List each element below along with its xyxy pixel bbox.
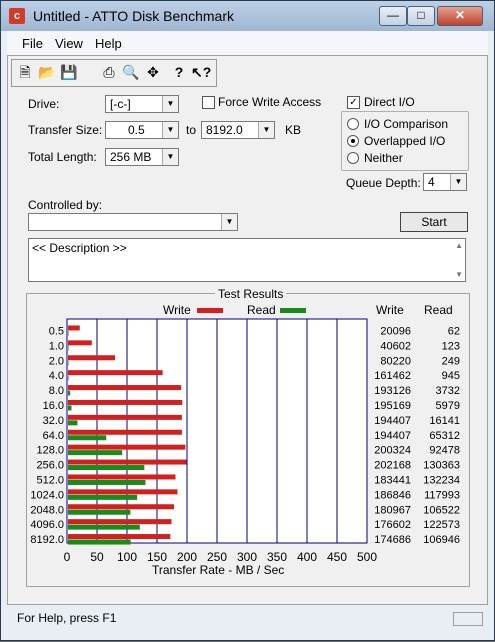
read-column-header: Read (424, 303, 453, 317)
results-title: Test Results (215, 287, 287, 301)
maximize-icon: □ (417, 8, 425, 22)
print-preview-icon[interactable]: 🔍 (121, 62, 141, 82)
save-icon[interactable]: 💾 (59, 62, 79, 82)
transfer-to-select[interactable]: 8192.0 ▼ (201, 121, 275, 139)
controlled-by-select[interactable]: ▼ (28, 213, 238, 231)
controlled-by-label: Controlled by: (28, 198, 103, 212)
start-button[interactable]: Start (400, 212, 468, 232)
direct-io-label: Direct I/O (364, 95, 415, 109)
total-length-label: Total Length: (28, 150, 97, 164)
title-bar[interactable]: c Untitled - ATTO Disk Benchmark — □ ✕ (1, 1, 494, 31)
chevron-down-icon: ▼ (450, 174, 466, 190)
minimize-button[interactable]: — (379, 6, 407, 26)
transfer-to-value: 8192.0 (206, 123, 243, 137)
menu-view[interactable]: View (55, 36, 83, 51)
neither-label: Neither (364, 151, 403, 165)
drive-value: [-c-] (110, 97, 131, 111)
queue-depth-value: 4 (428, 175, 435, 189)
status-text: For Help, press F1 (17, 611, 117, 625)
chevron-down-icon: ▼ (162, 149, 178, 165)
size-grip[interactable] (453, 612, 483, 626)
legend-read-swatch (280, 308, 306, 313)
maximize-button[interactable]: □ (407, 6, 435, 26)
menu-help[interactable]: Help (95, 36, 122, 51)
drive-select[interactable]: [-c-] ▼ (105, 95, 179, 113)
test-results-group (26, 293, 470, 587)
app-icon: c (9, 8, 25, 24)
total-length-value: 256 MB (110, 150, 152, 164)
queue-depth-label: Queue Depth: (346, 176, 421, 190)
legend-read-label: Read (247, 303, 276, 317)
toolbar: 🗎 📂 💾 ⎙ 🔍 ✥ ? ↖? (11, 59, 217, 87)
drive-label: Drive: (28, 97, 60, 111)
description-box[interactable]: << Description >> ▲ ▼ (28, 238, 466, 282)
open-icon[interactable]: 📂 (37, 62, 57, 82)
transfer-from-value: 0.5 (128, 123, 145, 137)
overlapped-io-radio[interactable] (347, 135, 359, 147)
neither-radio[interactable] (347, 152, 359, 164)
io-comparison-label: I/O Comparison (364, 117, 449, 131)
status-bar: For Help, press F1 (7, 606, 488, 630)
scroll-up-icon[interactable]: ▲ (455, 241, 463, 250)
write-column-header: Write (376, 303, 404, 317)
menu-bar: File View Help (7, 31, 488, 55)
app-window: c Untitled - ATTO Disk Benchmark — □ ✕ F… (0, 0, 495, 641)
chevron-down-icon: ▼ (162, 122, 178, 138)
context-help-icon[interactable]: ↖? (191, 62, 211, 82)
queue-depth-select[interactable]: 4 ▼ (423, 173, 467, 191)
overlapped-io-label: Overlapped I/O (364, 134, 446, 148)
transfer-to-label: to (186, 123, 197, 137)
x-axis-label: Transfer Rate - MB / Sec (152, 563, 285, 577)
window-title: Untitled - ATTO Disk Benchmark (33, 8, 234, 24)
close-icon: ✕ (454, 8, 466, 22)
io-comparison-radio[interactable] (347, 118, 359, 130)
transfer-size-label: Transfer Size: (28, 123, 103, 137)
direct-io-checkbox[interactable]: ✓ (347, 96, 360, 109)
description-text: << Description >> (32, 241, 127, 255)
force-write-checkbox[interactable] (202, 96, 215, 109)
chevron-down-icon: ▼ (258, 122, 274, 138)
help-icon[interactable]: ? (169, 62, 189, 82)
transfer-from-select[interactable]: 0.5 ▼ (105, 121, 179, 139)
chevron-down-icon: ▼ (221, 214, 237, 230)
new-icon[interactable]: 🗎 (15, 62, 35, 82)
move-icon[interactable]: ✥ (143, 62, 163, 82)
scroll-down-icon[interactable]: ▼ (455, 270, 463, 279)
total-length-select[interactable]: 256 MB ▼ (105, 148, 179, 166)
force-write-label: Force Write Access (218, 95, 322, 109)
print-icon[interactable]: ⎙ (99, 62, 119, 82)
close-button[interactable]: ✕ (437, 6, 483, 26)
transfer-unit-label: KB (285, 123, 302, 137)
legend-write-label: Write (163, 303, 191, 317)
legend-write-swatch (197, 308, 223, 313)
chevron-down-icon: ▼ (162, 96, 178, 112)
menu-file[interactable]: File (22, 36, 43, 51)
minimize-icon: — (387, 8, 399, 22)
